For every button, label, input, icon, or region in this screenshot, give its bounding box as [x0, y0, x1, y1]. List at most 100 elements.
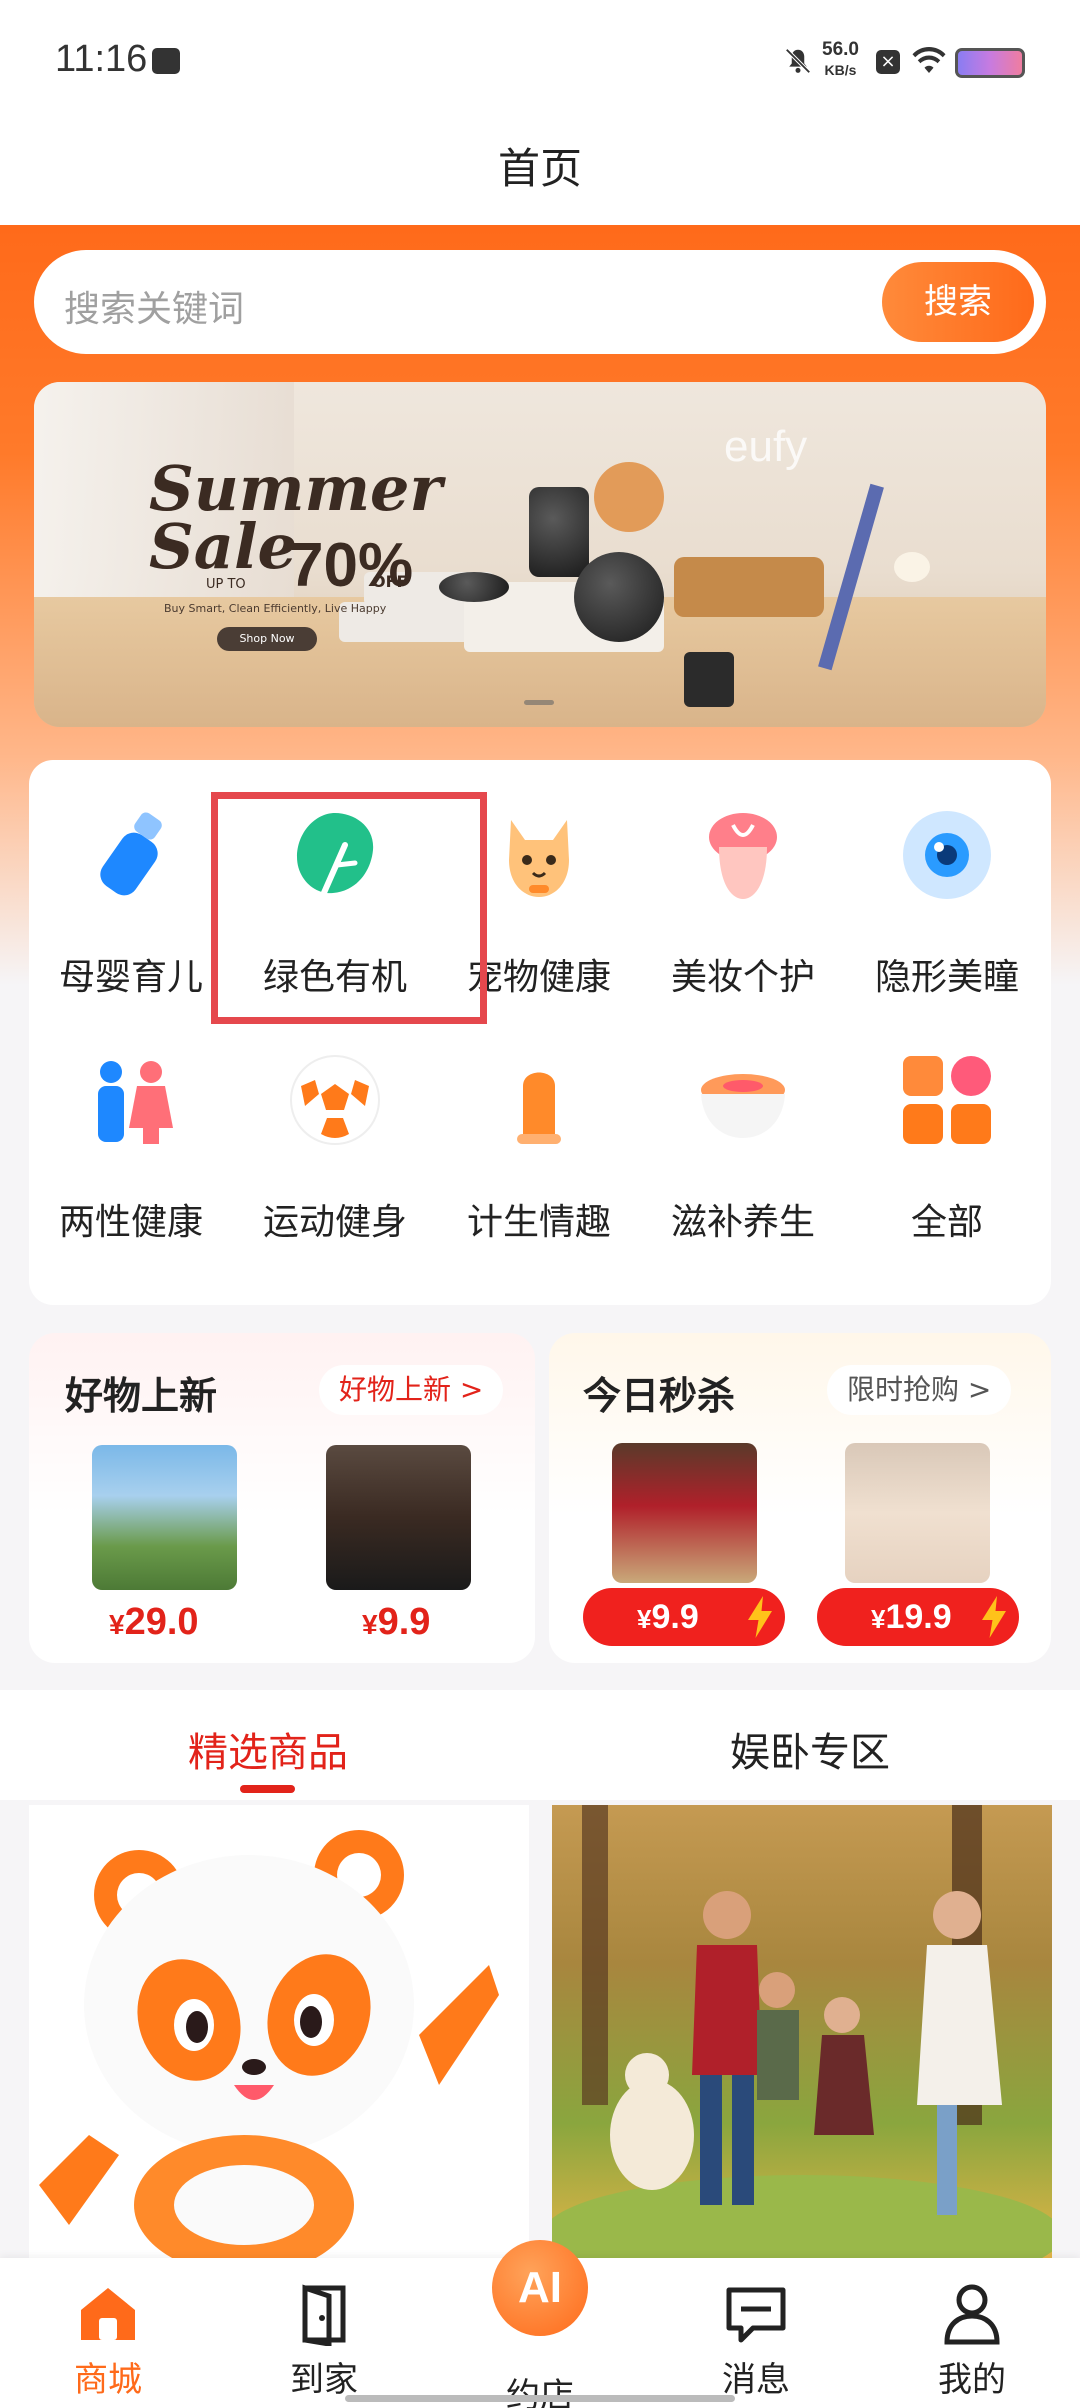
- category-item-family-planning[interactable]: 计生情趣: [437, 1005, 641, 1243]
- flash-sale-title: 今日秒杀: [583, 1374, 736, 1418]
- tab-featured[interactable]: 精选商品: [188, 1720, 348, 1778]
- home-indicator: [345, 2395, 735, 2402]
- page-title: 首页: [497, 144, 582, 193]
- banner-robot-small: [439, 572, 509, 602]
- category-label: 隐形美瞳: [874, 957, 1019, 998]
- promo-banner[interactable]: eufy Summer Sale UP TO 70% OFF Buy Smart…: [34, 382, 1046, 727]
- nav-label: 到家: [290, 2360, 358, 2400]
- condom-icon: [517, 1072, 561, 1144]
- nav-label: 商城: [74, 2360, 142, 2400]
- category-grid: 母婴育儿 绿色有机 宠物健康 美妆个护 隐形美瞳 两性健康 运动健身 计生情趣 …: [29, 760, 1051, 1305]
- grid-icon: [903, 1056, 991, 1144]
- product-price: ¥29.0: [109, 1601, 199, 1644]
- message-icon: [726, 2287, 786, 2343]
- lightning-icon: [748, 1596, 772, 1638]
- close-box-icon: ×: [876, 50, 900, 74]
- category-item-baby[interactable]: 母婴育儿: [29, 760, 233, 998]
- banner-brand: eufy: [724, 422, 808, 471]
- status-time: 11:16: [55, 38, 148, 80]
- new-goods-title: 好物上新: [65, 1374, 218, 1418]
- price-value: 19.9: [885, 1598, 952, 1636]
- banner-vacuum-station: [529, 487, 589, 577]
- notification-icon: [152, 48, 180, 74]
- ai-icon[interactable]: AI: [492, 2240, 588, 2336]
- new-goods-tag[interactable]: 好物上新 >: [319, 1365, 504, 1415]
- currency-symbol: ¥: [637, 1604, 652, 1634]
- feed-card-panda[interactable]: [29, 1805, 529, 2260]
- category-label: 计生情趣: [466, 1202, 611, 1243]
- product-thumb-picnic[interactable]: [92, 1445, 237, 1590]
- content-tabs: 精选商品 娱卧专区: [0, 1690, 1080, 1800]
- speed-unit: KB/s: [824, 62, 857, 78]
- product-price: ¥9.9: [362, 1601, 430, 1644]
- battery-icon: [955, 48, 1025, 78]
- network-speed: 56.0 KB/s: [822, 40, 859, 80]
- banner-lamp: [894, 552, 930, 582]
- product-thumb-facial[interactable]: [845, 1443, 990, 1583]
- selection-highlight-box: [211, 792, 487, 1024]
- couple-icon: [98, 1061, 173, 1144]
- category-item-sports[interactable]: 运动健身: [233, 1005, 437, 1243]
- currency-symbol: ¥: [871, 1604, 886, 1634]
- flash-sale-tag[interactable]: 限时抢购 >: [827, 1365, 1012, 1415]
- category-label: 两性健康: [58, 1202, 203, 1243]
- tab-entertainment[interactable]: 娱卧专区: [730, 1720, 890, 1778]
- feed-card-family[interactable]: [552, 1805, 1052, 2260]
- banner-robot-vacuum: [574, 552, 664, 642]
- currency-symbol: ¥: [362, 1609, 378, 1640]
- price-value: 9.9: [651, 1598, 699, 1636]
- banner-flowers: [594, 462, 664, 532]
- banner-scale: [684, 652, 734, 707]
- product-thumb-coffee[interactable]: [612, 1443, 757, 1583]
- lightning-icon: [982, 1596, 1006, 1638]
- price-value: 29.0: [124, 1601, 199, 1643]
- category-item-sexual-health[interactable]: 两性健康: [29, 1005, 233, 1243]
- banner-upto: UP TO: [206, 577, 246, 592]
- search-button[interactable]: 搜索: [882, 262, 1034, 342]
- category-item-nourishing[interactable]: 滋补养生: [641, 1005, 845, 1243]
- panda-mascot-image: [39, 1830, 499, 2260]
- category-item-beauty[interactable]: 美妆个护: [641, 760, 845, 998]
- tab-indicator: [240, 1785, 295, 1793]
- category-label: 滋补养生: [670, 1202, 815, 1243]
- bowl-icon: [701, 1074, 785, 1138]
- title-bar: 首页: [0, 125, 1080, 225]
- nav-item-mall[interactable]: 商城: [18, 2258, 198, 2408]
- eye-lens-icon: [903, 811, 991, 899]
- status-bar: 11:16 56.0 KB/s ×: [0, 0, 1080, 125]
- search-input[interactable]: 搜索关键词: [64, 280, 244, 332]
- banner-off: OFF: [372, 572, 408, 591]
- wifi-icon: [912, 47, 946, 73]
- home-icon: [81, 2288, 135, 2340]
- family-photo-image: [552, 1805, 1052, 2260]
- nav-item-home-delivery[interactable]: 到家: [234, 2258, 414, 2408]
- banner-shop-button[interactable]: Shop Now: [217, 627, 317, 651]
- nav-label: 我的: [938, 2360, 1006, 2400]
- person-icon: [944, 2284, 1000, 2345]
- baby-bottle-icon: [100, 812, 162, 896]
- category-item-all[interactable]: 全部: [845, 1005, 1049, 1243]
- category-label: 母婴育儿: [58, 957, 203, 998]
- nav-label: 约店: [506, 2376, 574, 2408]
- currency-symbol: ¥: [109, 1609, 125, 1640]
- cat-icon: [509, 820, 569, 897]
- flash-price-tag: ¥9.9: [583, 1588, 785, 1646]
- nav-item-profile[interactable]: 我的: [882, 2258, 1062, 2408]
- new-goods-card[interactable]: 好物上新 好物上新 > ¥29.0 ¥9.9: [29, 1333, 535, 1663]
- banner-pager: [524, 700, 554, 705]
- category-label: 运动健身: [262, 1202, 407, 1243]
- flash-sale-card[interactable]: 今日秒杀 限时抢购 > ¥9.9 ¥19.9: [549, 1333, 1051, 1663]
- category-label: 美妆个护: [670, 957, 815, 998]
- search-bar[interactable]: 搜索关键词 搜索: [34, 250, 1046, 354]
- category-item-lens[interactable]: 隐形美瞳: [845, 760, 1049, 998]
- product-thumb-haircut[interactable]: [326, 1445, 471, 1590]
- banner-tagline: Buy Smart, Clean Efficiently, Live Happy: [164, 602, 387, 615]
- nav-label: 消息: [722, 2360, 790, 2400]
- price-value: 9.9: [377, 1601, 431, 1643]
- nav-item-messages[interactable]: 消息: [666, 2258, 846, 2408]
- category-label: 全部: [910, 1202, 983, 1243]
- bell-off-icon: [785, 48, 811, 74]
- beauty-icon: [709, 813, 777, 899]
- banner-sofa: [674, 557, 824, 617]
- flash-price-tag: ¥19.9: [817, 1588, 1019, 1646]
